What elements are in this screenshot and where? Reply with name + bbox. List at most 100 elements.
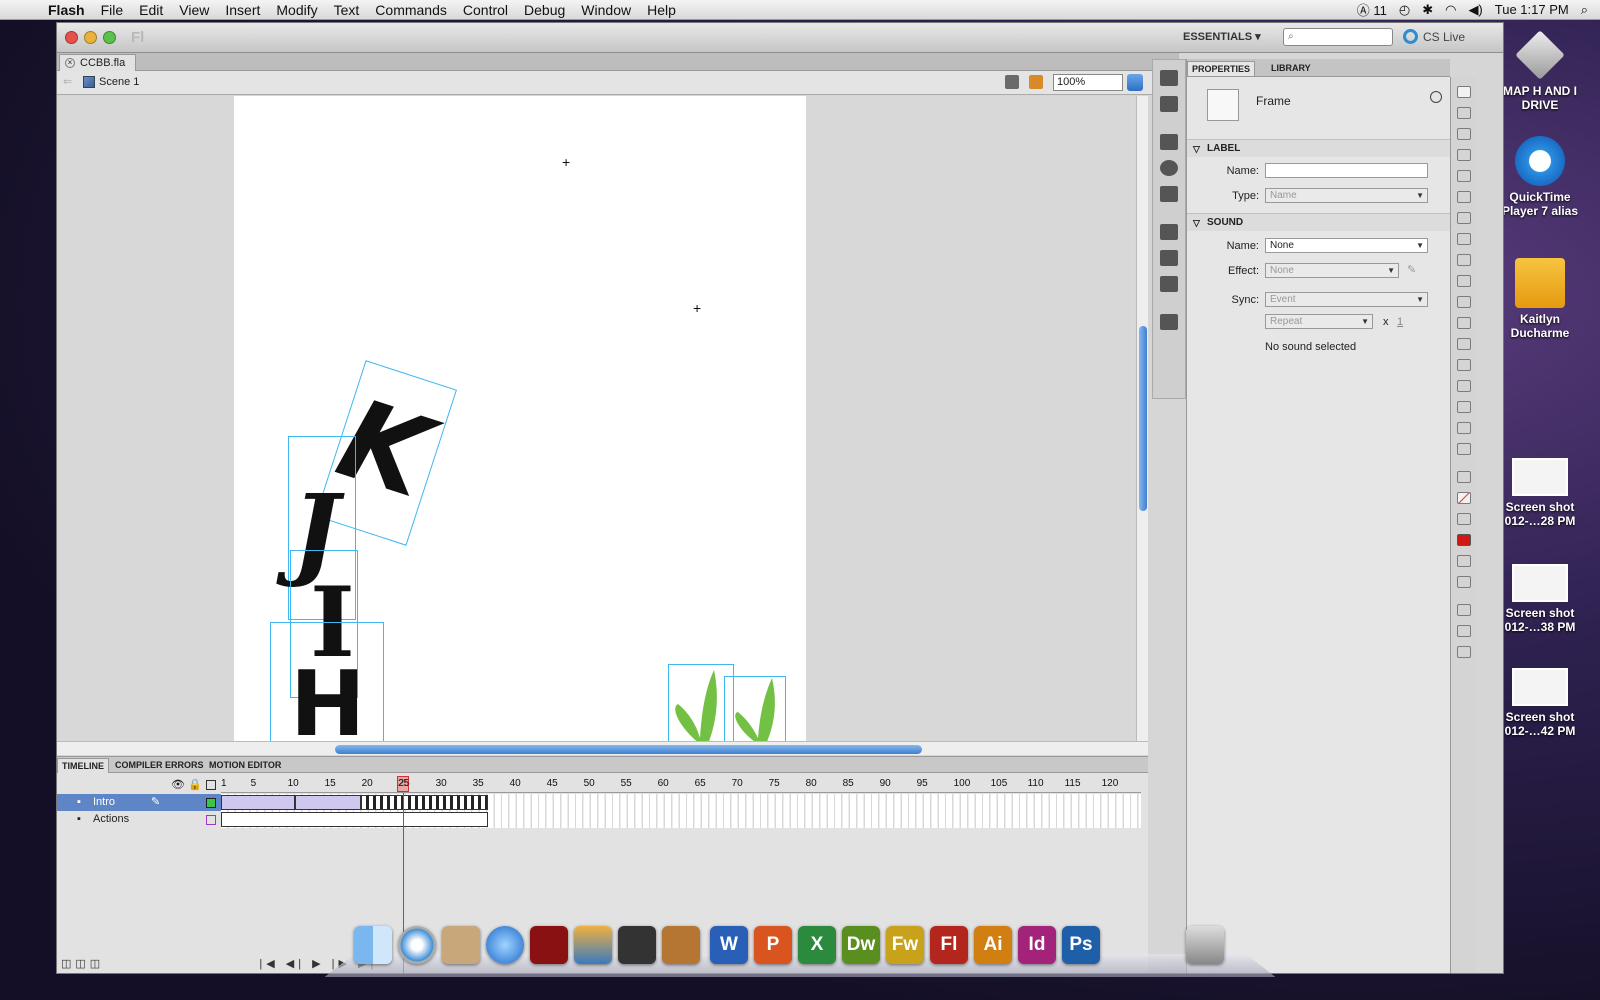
zoom-tool-icon[interactable] — [1456, 443, 1471, 455]
rectangle-tool-icon[interactable] — [1456, 254, 1471, 266]
sound-name-select[interactable]: None — [1265, 238, 1428, 253]
free-transform-tool-icon[interactable] — [1456, 128, 1471, 140]
adobe-status-icon[interactable]: Ⓐ 11 — [1357, 0, 1387, 19]
dvd-player-icon[interactable] — [530, 926, 568, 964]
repeat-select[interactable]: Repeat — [1265, 314, 1373, 329]
menu-debug[interactable]: Debug — [516, 2, 573, 18]
edit-symbols-icon[interactable] — [1029, 75, 1043, 89]
desktop-icon-screenshot-1[interactable]: Screen shot 012-…28 PM — [1494, 458, 1586, 528]
wifi-icon[interactable]: ◠ — [1445, 2, 1456, 18]
menu-modify[interactable]: Modify — [268, 2, 325, 18]
frames-actions[interactable] — [221, 811, 1141, 828]
menu-help[interactable]: Help — [639, 2, 684, 18]
repeat-count[interactable]: 1 — [1397, 316, 1403, 328]
pen-tool-icon[interactable] — [1456, 191, 1471, 203]
effect-select[interactable]: None — [1265, 263, 1399, 278]
code-snippets-panel-icon[interactable] — [1160, 224, 1178, 240]
layer-intro[interactable]: ▪ Intro ✎ — [57, 794, 221, 811]
back-arrow-icon[interactable]: ⇐ — [63, 75, 72, 88]
brush-tool-icon[interactable] — [1456, 296, 1471, 308]
frame-type-select[interactable]: Name — [1265, 188, 1428, 203]
zoom-window-button[interactable] — [103, 31, 116, 44]
swatches-panel-icon[interactable] — [1160, 96, 1178, 112]
straighten-icon[interactable] — [1456, 646, 1471, 658]
eyedropper-tool-icon[interactable] — [1456, 380, 1471, 392]
menu-insert[interactable]: Insert — [217, 2, 268, 18]
bone-tool-icon[interactable] — [1456, 338, 1471, 350]
dock-app-w-icon[interactable]: W — [710, 926, 748, 964]
layer-actions[interactable]: ▪ Actions — [57, 811, 221, 828]
edit-scene-icon[interactable] — [1005, 75, 1019, 89]
stage-area[interactable]: + + K J I H — [57, 96, 1135, 741]
motion-tween-span[interactable] — [295, 795, 361, 810]
menu-view[interactable]: View — [171, 2, 217, 18]
tab-compiler-errors[interactable]: COMPILER ERRORS — [111, 758, 208, 772]
playback-controls[interactable]: ◫◫◫ |◀ ◀| ▶ |▶ ▶| — [61, 957, 377, 970]
paint-bucket-tool-icon[interactable] — [1456, 359, 1471, 371]
finder-icon[interactable] — [354, 926, 392, 964]
smooth-icon[interactable] — [1456, 625, 1471, 637]
dock-app-fl-icon[interactable]: Fl — [930, 926, 968, 964]
iphoto-icon[interactable] — [574, 926, 612, 964]
close-window-button[interactable] — [65, 31, 78, 44]
spotlight-icon[interactable]: ⌕ — [1581, 2, 1588, 18]
playhead[interactable]: 25 — [397, 776, 409, 792]
dock-app-ps-icon[interactable]: Ps — [1062, 926, 1100, 964]
lasso-tool-icon[interactable] — [1456, 170, 1471, 182]
dock-app-id-icon[interactable]: Id — [1018, 926, 1056, 964]
menu-commands[interactable]: Commands — [367, 2, 455, 18]
tab-library[interactable]: LIBRARY — [1267, 61, 1315, 75]
pencil-tool-icon[interactable] — [1456, 275, 1471, 287]
horizontal-scrollbar[interactable] — [57, 741, 1148, 755]
transform-panel-icon[interactable] — [1160, 186, 1178, 202]
document-tab[interactable]: × CCBB.fla — [59, 54, 137, 71]
line-tool-icon[interactable] — [1456, 233, 1471, 245]
minimize-window-button[interactable] — [84, 31, 97, 44]
desktop-icon-usb[interactable]: Kaitlyn Ducharme — [1494, 258, 1586, 340]
hand-tool-icon[interactable] — [1456, 422, 1471, 434]
project-panel-icon[interactable] — [1160, 314, 1178, 330]
eraser-tool-icon[interactable] — [1456, 401, 1471, 413]
section-label[interactable]: LABEL — [1187, 139, 1450, 158]
menu-control[interactable]: Control — [455, 2, 516, 18]
garageband-icon[interactable] — [662, 926, 700, 964]
clock[interactable]: Tue 1:17 PM — [1495, 2, 1569, 17]
fill-swatch-icon[interactable] — [1456, 534, 1471, 546]
help-icon[interactable] — [1430, 91, 1442, 103]
bluetooth-icon[interactable]: ✱ — [1422, 2, 1433, 18]
stage[interactable]: + + K J I H — [234, 96, 806, 741]
fill-color-icon[interactable] — [1456, 513, 1471, 525]
lock-icon[interactable]: 🔒 — [188, 778, 202, 791]
tab-motion-editor[interactable]: MOTION EDITOR — [205, 758, 285, 772]
grass-sprout-graphic[interactable] — [670, 668, 790, 741]
dock-app-dw-icon[interactable]: Dw — [842, 926, 880, 964]
motion-presets-panel-icon[interactable] — [1160, 276, 1178, 292]
volume-icon[interactable]: ◀) — [1468, 2, 1482, 18]
motion-tween-span[interactable] — [221, 795, 295, 810]
edit-envelope-icon[interactable]: ✎ — [1407, 263, 1416, 276]
info-panel-icon[interactable] — [1160, 160, 1178, 176]
itunes-icon[interactable] — [486, 926, 524, 964]
outline-icon[interactable] — [206, 780, 216, 790]
3d-rotation-tool-icon[interactable] — [1456, 149, 1471, 161]
desktop-icon-screenshot-3[interactable]: Screen shot 012-…42 PM — [1494, 668, 1586, 738]
horizontal-scroll-thumb[interactable] — [335, 745, 922, 754]
no-color-swatch-icon[interactable] — [1456, 492, 1471, 504]
tab-timeline[interactable]: TIMELINE — [57, 758, 109, 773]
menu-file[interactable]: File — [93, 2, 132, 18]
components-panel-icon[interactable] — [1160, 250, 1178, 266]
menu-text[interactable]: Text — [326, 2, 368, 18]
tab-properties[interactable]: PROPERTIES — [1187, 61, 1256, 76]
keyframe-run[interactable] — [361, 795, 488, 810]
section-sound[interactable]: SOUND — [1187, 213, 1450, 232]
desktop-icon-quicktime[interactable]: QuickTime Player 7 alias — [1494, 136, 1586, 218]
frames-intro[interactable] — [221, 794, 1141, 811]
close-tab-icon[interactable]: × — [65, 58, 75, 68]
desktop-icon-screenshot-2[interactable]: Screen shot 012-…38 PM — [1494, 564, 1586, 634]
frame-ruler[interactable]: 1 5 10 15 20 25 30 35 40 45 50 55 60 65 70 75 80 85 90 95 10… — [221, 775, 1141, 793]
dock-app-p-icon[interactable]: P — [754, 926, 792, 964]
cs-live-menu[interactable]: CS Live — [1423, 30, 1465, 44]
text-tool-icon[interactable] — [1456, 212, 1471, 224]
menu-app-flash[interactable]: Flash — [40, 2, 93, 18]
dock-app-ai-icon[interactable]: Ai — [974, 926, 1012, 964]
